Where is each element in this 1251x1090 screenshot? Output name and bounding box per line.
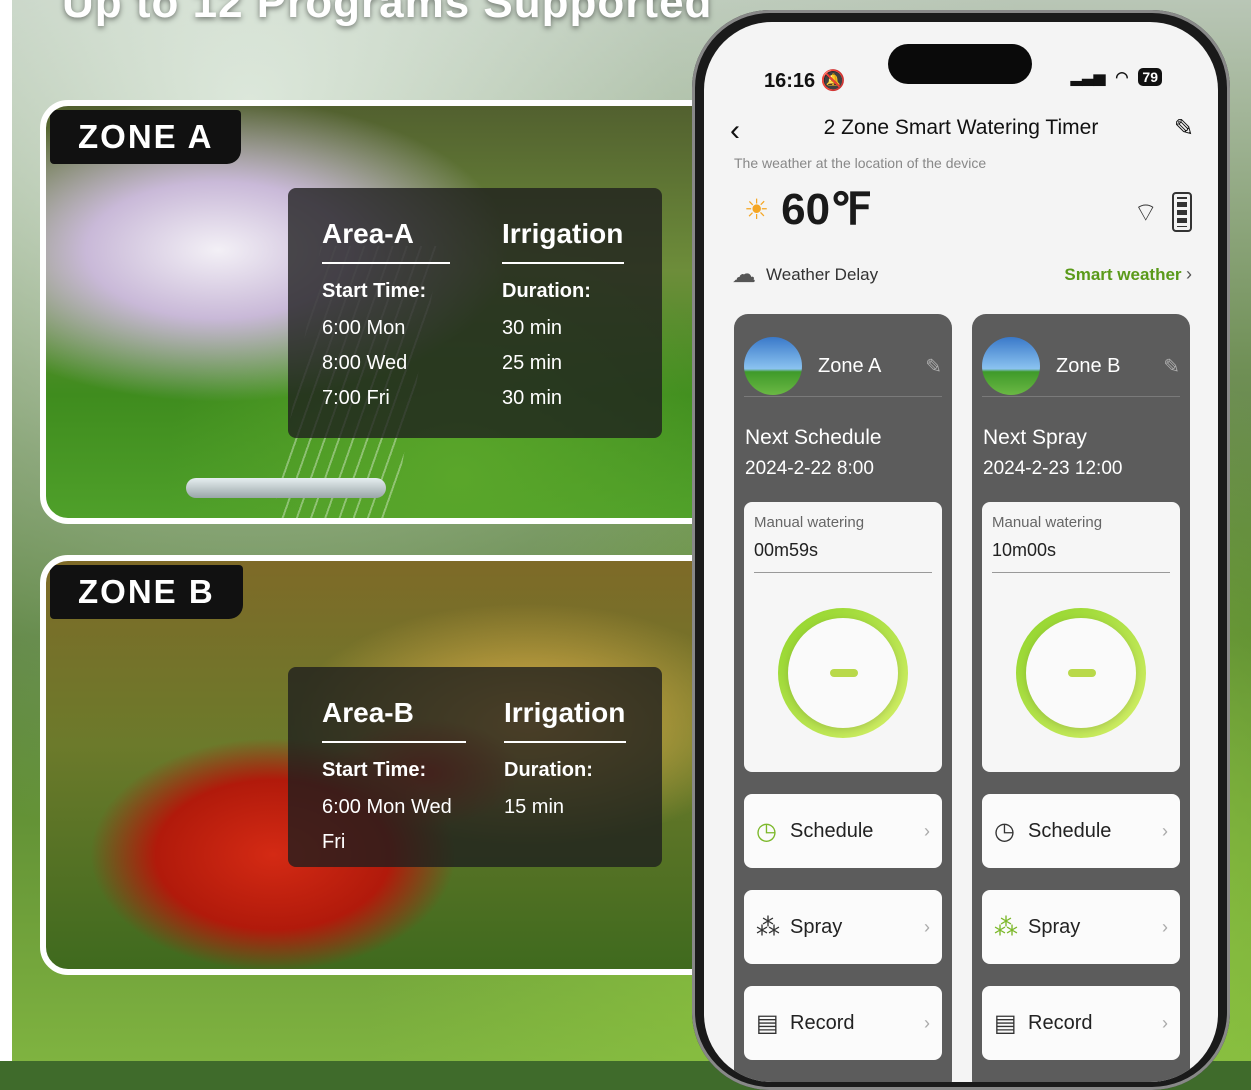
chevron-right-icon: › [1162,820,1168,841]
zone-b-manual-panel: Manual watering 10m00s [982,502,1180,772]
weather-delay-label: Weather Delay [766,264,879,284]
zone-a-card: Zone A ✎ Next Schedule 2024-2-22 8:00 Ma… [734,314,952,1082]
zone-a-manual-panel: Manual watering 00m59s [744,502,942,772]
spray-icon: ⁂ [994,913,1018,941]
weather-note: The weather at the location of the devic… [734,155,987,171]
sprinkler-hose [186,478,386,498]
clock-icon: ◷ [756,817,777,845]
zone-b-schedule-button[interactable]: ◷ Schedule › [982,794,1180,868]
stop-icon [1068,669,1096,677]
zone-b-manual-label: Manual watering [992,514,1103,531]
status-icons: ▂▃▅ ◠ 79 [1071,68,1162,86]
left-border [0,0,12,1061]
zone-a-start-3: 7:00 Fri [322,387,390,409]
zone-b-info-panel: Area-B Start Time: 6:00 Mon Wed Fri Irri… [288,667,662,867]
dynamic-island [888,44,1032,84]
zone-b-next-time: 2024-2-23 12:00 [983,458,1123,479]
zone-b-photo-card: ZONE B Area-B Start Time: 6:00 Mon Wed F… [40,555,740,975]
phone-screen: 16:16 🔕 ▂▃▅ ◠ 79 ‹ 2 Zone Smart Watering… [704,22,1218,1082]
zone-b-spray-button[interactable]: ⁂ Spray › [982,890,1180,964]
zone-a-irrigation-title: Irrigation [502,218,624,264]
sun-icon: ☀ [744,194,770,225]
zone-b-tag: ZONE B [50,565,243,619]
zone-a-schedule-button[interactable]: ◷ Schedule › [744,794,942,868]
smart-weather-link[interactable]: Smart weather › [1064,264,1192,285]
zone-a-edit-icon[interactable]: ✎ [925,354,942,379]
rain-cloud-icon: ☁ [732,261,756,288]
zone-b-water-toggle[interactable] [1016,608,1146,738]
zone-b-header: Zone B ✎ [982,336,1180,397]
chevron-right-icon: › [1162,916,1168,937]
zone-a-next: Next Schedule 2024-2-22 8:00 [745,426,882,480]
zone-a-record-button[interactable]: ▤ Record › [744,986,942,1060]
status-time: 16:16 🔕 [764,70,846,92]
zone-b-irrigation-title: Irrigation [504,697,626,743]
temperature-row: ☀ 60℉ [744,184,872,235]
zone-b-next-label: Next Spray [983,426,1087,449]
zone-a-area-title: Area-A [322,218,450,264]
nav-bar: ‹ 2 Zone Smart Watering Timer ✎ [704,114,1218,154]
bell-off-icon: 🔕 [820,70,846,92]
signal-icon: ▂▃▅ [1070,69,1106,86]
zone-a-next-time: 2024-2-22 8:00 [745,458,874,479]
zone-a-name: Zone A [818,354,882,377]
zone-a-water-toggle[interactable] [778,608,908,738]
clock-icon: ◷ [994,817,1015,845]
zone-a-start-2: 8:00 Wed [322,352,408,374]
zone-b-start-label: Start Time: [322,759,427,781]
wifi-status-icon: ◠ [1115,69,1129,86]
zone-a-next-label: Next Schedule [745,426,882,449]
zone-a-header: Zone A ✎ [744,336,942,397]
zone-b-edit-icon[interactable]: ✎ [1163,354,1180,379]
chevron-right-icon: › [1186,264,1192,284]
zone-a-photo-card: ZONE A Area-A Start Time: 6:00 Mon 8:00 … [40,100,740,524]
zone-a-duration-2: 25 min [502,352,563,374]
zone-b-name: Zone B [1056,354,1121,377]
zone-b-next: Next Spray 2024-2-23 12:00 [983,426,1122,480]
zone-a-info-panel: Area-A Start Time: 6:00 Mon 8:00 Wed 7:0… [288,188,662,438]
zone-a-duration-1: 30 min [502,317,563,339]
record-icon: ▤ [994,1009,1017,1037]
device-battery-icon [1172,192,1192,232]
zone-a-start-1: 6:00 Mon [322,317,406,339]
divider [754,572,932,573]
temperature: 60℉ [781,185,872,234]
zone-b-manual-time[interactable]: 10m00s [992,540,1056,561]
chevron-right-icon: › [924,820,930,841]
zone-a-manual-time[interactable]: 00m59s [754,540,818,561]
zone-b-duration-label: Duration: [504,759,593,781]
zone-b-start-1: 6:00 Mon Wed Fri [322,796,452,853]
chevron-right-icon: › [924,916,930,937]
zone-a-manual-label: Manual watering [754,514,865,531]
chevron-right-icon: › [1162,1012,1168,1033]
zone-b-card: Zone B ✎ Next Spray 2024-2-23 12:00 Manu… [972,314,1190,1082]
wifi-icon: ⌔ [1133,196,1158,227]
weather-delay-row[interactable]: ☁ Weather Delay Smart weather › [732,260,1192,289]
zone-b-area-title: Area-B [322,697,466,743]
headline: Up to 12 Programs Supported [62,0,713,27]
divider [992,572,1170,573]
spray-icon: ⁂ [756,913,780,941]
chevron-right-icon: › [924,1012,930,1033]
zone-b-avatar [982,337,1040,395]
zone-a-duration-3: 30 min [502,387,563,409]
zone-a-duration-label: Duration: [502,280,591,302]
zone-a-start-label: Start Time: [322,280,427,302]
zone-a-tag: ZONE A [50,110,242,164]
phone-frame: 16:16 🔕 ▂▃▅ ◠ 79 ‹ 2 Zone Smart Watering… [692,10,1230,1090]
zone-a-spray-button[interactable]: ⁂ Spray › [744,890,942,964]
stop-icon [830,669,858,677]
zone-b-duration-1: 15 min [504,796,565,818]
edit-pencil-icon[interactable]: ✎ [1174,114,1194,143]
battery-status: 79 [1138,68,1162,86]
page-title: 2 Zone Smart Watering Timer [823,116,1099,139]
zone-b-record-button[interactable]: ▤ Record › [982,986,1180,1060]
device-status: ⌔ [1134,192,1192,232]
zone-a-avatar [744,337,802,395]
record-icon: ▤ [756,1009,779,1037]
